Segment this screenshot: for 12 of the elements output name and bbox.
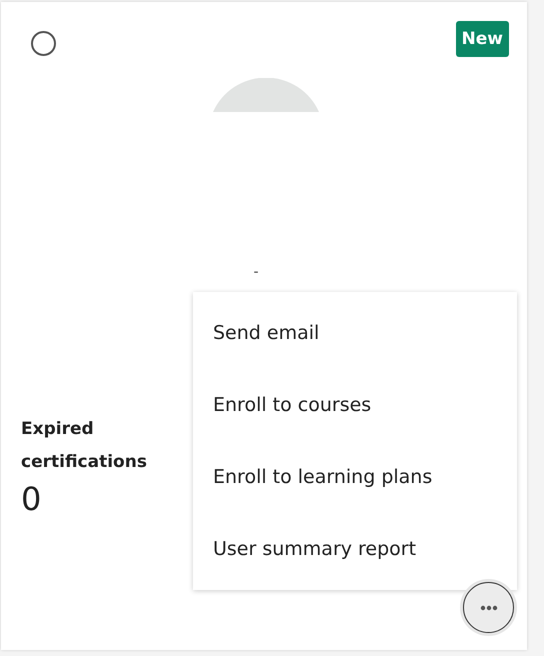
select-checkbox[interactable]	[31, 31, 56, 56]
more-button[interactable]	[463, 582, 514, 633]
menu-item[interactable]: Send email	[193, 297, 517, 369]
menu-item[interactable]: Enroll to learning plans	[193, 441, 517, 513]
stat-label: Expired certifications	[21, 418, 148, 474]
avatar-icon	[213, 78, 319, 112]
stat-value: 0	[21, 479, 42, 519]
new-badge: New	[456, 21, 509, 57]
menu-item[interactable]: User summary report	[193, 513, 517, 585]
more-icon	[480, 604, 498, 610]
user-name: -	[252, 264, 260, 280]
menu-item[interactable]: Enroll to courses	[193, 369, 517, 441]
